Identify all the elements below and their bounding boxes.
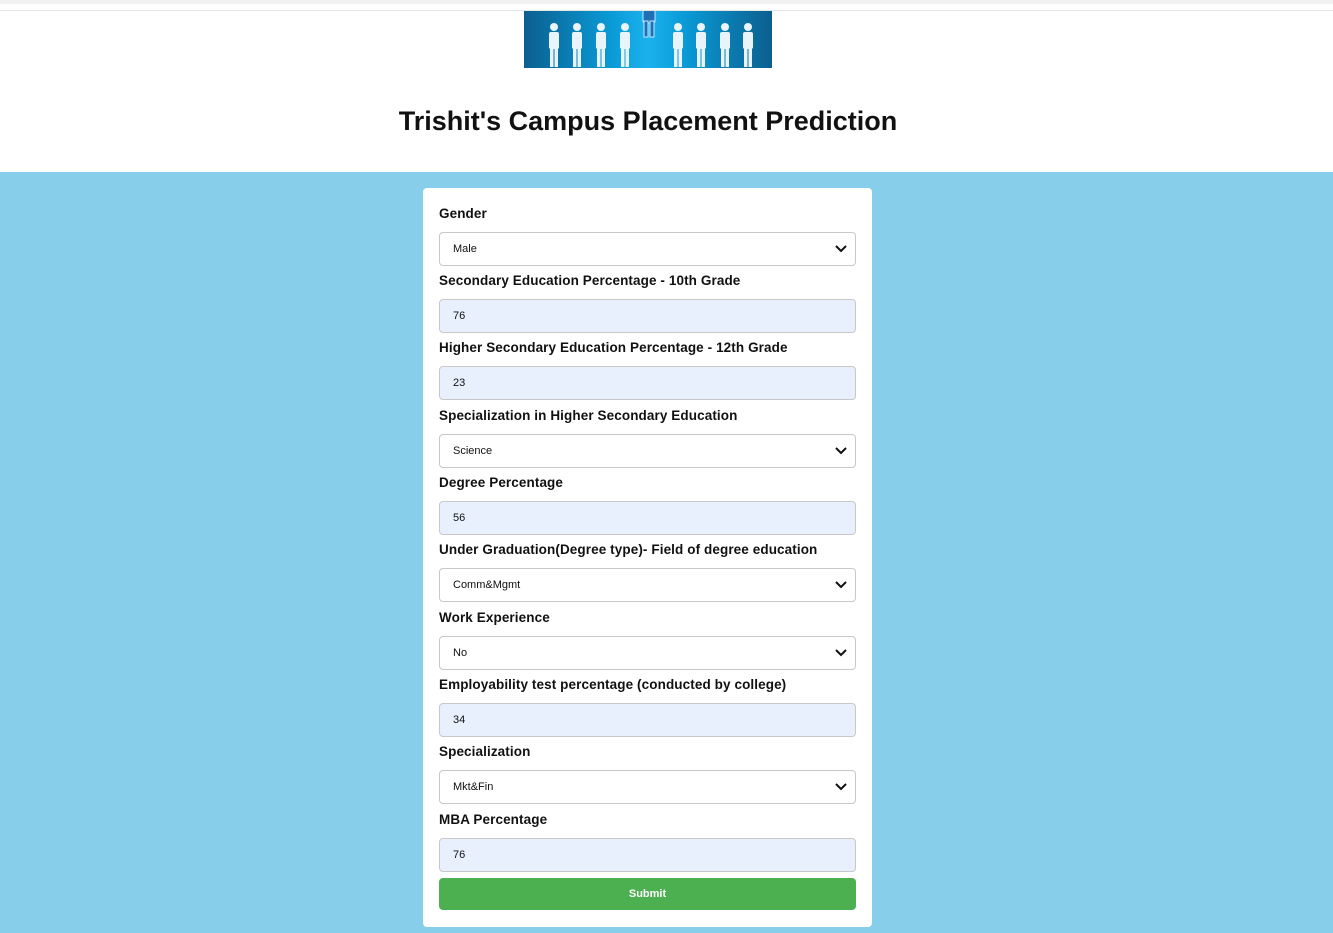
employability-test-field: Employability test percentage (conducted… <box>439 675 856 737</box>
ssc-percentage-field: Secondary Education Percentage - 10th Gr… <box>439 271 856 333</box>
degree-percentage-field: Degree Percentage 56 <box>439 473 856 535</box>
specialization-label: Specialization <box>439 744 531 759</box>
people-group-banner-icon <box>524 11 772 68</box>
degree-type-field: Under Graduation(Degree type)- Field of … <box>439 540 856 602</box>
degree-type-select[interactable]: Comm&Mgmt <box>439 568 856 602</box>
hsc-percentage-label: Higher Secondary Education Percentage - … <box>439 340 788 355</box>
ssc-percentage-value: 76 <box>453 310 466 322</box>
chevron-down-icon <box>835 447 847 455</box>
gender-label: Gender <box>439 206 487 221</box>
page-header: Trishit's Campus Placement Prediction <box>0 0 1333 172</box>
mba-percentage-value: 76 <box>453 849 466 861</box>
submit-button[interactable]: Submit <box>439 878 856 910</box>
chevron-down-icon <box>835 581 847 589</box>
employability-test-value: 34 <box>453 714 466 726</box>
hsc-percentage-value: 23 <box>453 377 466 389</box>
employability-test-label: Employability test percentage (conducted… <box>439 677 787 692</box>
prediction-form: Gender Male Secondary Education Percenta… <box>423 188 872 927</box>
degree-type-value: Comm&Mgmt <box>453 579 521 591</box>
specialization-value: Mkt&Fin <box>453 781 494 793</box>
degree-percentage-label: Degree Percentage <box>439 475 564 490</box>
chevron-down-icon <box>835 783 847 791</box>
work-experience-select[interactable]: No <box>439 636 856 670</box>
gender-field: Gender Male <box>439 204 856 266</box>
hsc-specialization-value: Science <box>453 445 493 457</box>
specialization-field: Specialization Mkt&Fin <box>439 742 856 804</box>
chevron-down-icon <box>835 649 847 657</box>
work-experience-value: No <box>453 647 468 659</box>
ssc-percentage-label: Secondary Education Percentage - 10th Gr… <box>439 273 741 288</box>
hsc-specialization-field: Specialization in Higher Secondary Educa… <box>439 406 856 468</box>
degree-percentage-value: 56 <box>453 512 466 524</box>
employability-test-input[interactable]: 34 <box>439 703 856 737</box>
mba-percentage-field: MBA Percentage 76 <box>439 810 856 872</box>
specialization-select[interactable]: Mkt&Fin <box>439 770 856 804</box>
work-experience-label: Work Experience <box>439 610 550 625</box>
hsc-specialization-select[interactable]: Science <box>439 434 856 468</box>
gender-value: Male <box>453 243 477 255</box>
gender-select[interactable]: Male <box>439 232 856 266</box>
degree-percentage-input[interactable]: 56 <box>439 501 856 535</box>
hsc-percentage-field: Higher Secondary Education Percentage - … <box>439 338 856 400</box>
degree-type-label: Under Graduation(Degree type)- Field of … <box>439 542 818 557</box>
work-experience-field: Work Experience No <box>439 608 856 670</box>
page-title: Trishit's Campus Placement Prediction <box>398 106 898 136</box>
mba-percentage-label: MBA Percentage <box>439 812 548 827</box>
hsc-specialization-label: Specialization in Higher Secondary Educa… <box>439 408 738 423</box>
chevron-down-icon <box>835 245 847 253</box>
hsc-percentage-input[interactable]: 23 <box>439 366 856 400</box>
ssc-percentage-input[interactable]: 76 <box>439 299 856 333</box>
mba-percentage-input[interactable]: 76 <box>439 838 856 872</box>
